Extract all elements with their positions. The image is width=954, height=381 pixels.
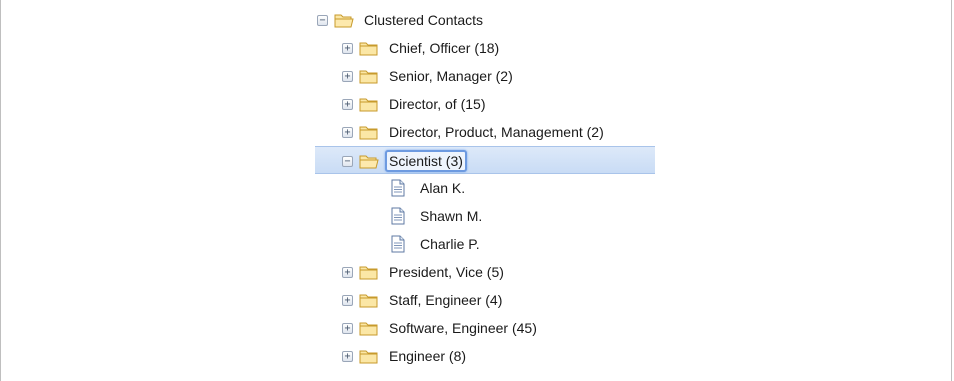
expand-icon[interactable]: + xyxy=(342,294,353,306)
tree-row[interactable]: + Engineer (8) xyxy=(1,342,951,370)
tree-node-contact[interactable]: Alan K. xyxy=(390,174,469,202)
expand-icon[interactable]: + xyxy=(342,350,353,362)
tree-node-label: Staff, Engineer (4) xyxy=(389,292,503,308)
tree-node-label: Shawn M. xyxy=(420,208,483,224)
tree-node-label: Director, of (15) xyxy=(389,96,486,112)
tree-row[interactable]: + Software, Engineer (45) xyxy=(1,314,951,342)
folder-open-icon xyxy=(359,153,379,169)
tree-row[interactable]: + President, Vice (5) xyxy=(1,258,951,286)
tree-node-label: Senior, Manager (2) xyxy=(389,68,513,84)
folder-icon xyxy=(359,124,379,140)
expand-icon[interactable]: + xyxy=(342,322,353,334)
tree-node-contact[interactable]: Charlie P. xyxy=(390,230,484,258)
tree-node-cluster[interactable]: + Senior, Manager (2) xyxy=(342,62,517,90)
document-icon xyxy=(390,235,410,253)
tree-row[interactable]: + Senior, Manager (2) xyxy=(1,62,951,90)
tree-node-root[interactable]: − Clustered Contacts xyxy=(317,6,487,34)
tree-node-label: Director, Product, Management (2) xyxy=(389,124,604,140)
collapse-icon[interactable]: − xyxy=(342,155,353,167)
tree-node-label-focused[interactable]: Scientist (3) xyxy=(385,150,467,172)
tree-node-label: Alan K. xyxy=(420,180,466,196)
folder-icon xyxy=(359,40,379,56)
tree-node-contact[interactable]: Shawn M. xyxy=(390,202,486,230)
tree-panel: − Clustered Contacts + Chief, Officer (1… xyxy=(0,0,952,381)
expand-icon[interactable]: + xyxy=(342,266,353,278)
tree-node-cluster[interactable]: + Staff, Engineer (4) xyxy=(342,286,506,314)
folder-icon xyxy=(359,264,379,280)
tree-node-cluster[interactable]: + President, Vice (5) xyxy=(342,258,508,286)
tree-node-label: Clustered Contacts xyxy=(364,12,484,28)
document-icon xyxy=(390,207,410,225)
tree-row-root[interactable]: − Clustered Contacts xyxy=(1,6,951,34)
tree-row-leaf[interactable]: Charlie P. xyxy=(1,230,951,258)
folder-open-icon xyxy=(334,12,354,28)
tree-node-cluster[interactable]: + Director, Product, Management (2) xyxy=(342,118,608,146)
tree-node-cluster-selected[interactable]: − Scientist (3) xyxy=(342,147,467,175)
tree-row-leaf[interactable]: Alan K. xyxy=(1,174,951,202)
collapse-icon[interactable]: − xyxy=(317,14,328,26)
expand-icon[interactable]: + xyxy=(342,126,353,138)
folder-icon xyxy=(359,320,379,336)
tree-node-label: Software, Engineer (45) xyxy=(389,320,537,336)
folder-icon xyxy=(359,292,379,308)
expand-icon[interactable]: + xyxy=(342,70,353,82)
tree-row-selected[interactable]: − Scientist (3) xyxy=(315,146,655,174)
expand-icon[interactable]: + xyxy=(342,42,353,54)
tree-node-label: President, Vice (5) xyxy=(389,264,504,280)
tree-node-cluster[interactable]: + Software, Engineer (45) xyxy=(342,314,541,342)
tree-row[interactable]: + Chief, Officer (18) xyxy=(1,34,951,62)
tree-node-label: Engineer (8) xyxy=(389,348,467,364)
tree-node-label: Charlie P. xyxy=(420,236,480,252)
document-icon xyxy=(390,179,410,197)
folder-icon xyxy=(359,348,379,364)
contacts-tree: − Clustered Contacts + Chief, Officer (1… xyxy=(1,6,951,370)
tree-row-leaf[interactable]: Shawn M. xyxy=(1,202,951,230)
folder-icon xyxy=(359,68,379,84)
tree-row[interactable]: + Director, Product, Management (2) xyxy=(1,118,951,146)
tree-row[interactable]: + Director, of (15) xyxy=(1,90,951,118)
tree-node-label: Chief, Officer (18) xyxy=(389,40,500,56)
folder-icon xyxy=(359,96,379,112)
tree-row[interactable]: + Staff, Engineer (4) xyxy=(1,286,951,314)
tree-node-cluster[interactable]: + Director, of (15) xyxy=(342,90,489,118)
tree-node-cluster[interactable]: + Chief, Officer (18) xyxy=(342,34,503,62)
expand-icon[interactable]: + xyxy=(342,98,353,110)
tree-node-cluster[interactable]: + Engineer (8) xyxy=(342,342,470,370)
